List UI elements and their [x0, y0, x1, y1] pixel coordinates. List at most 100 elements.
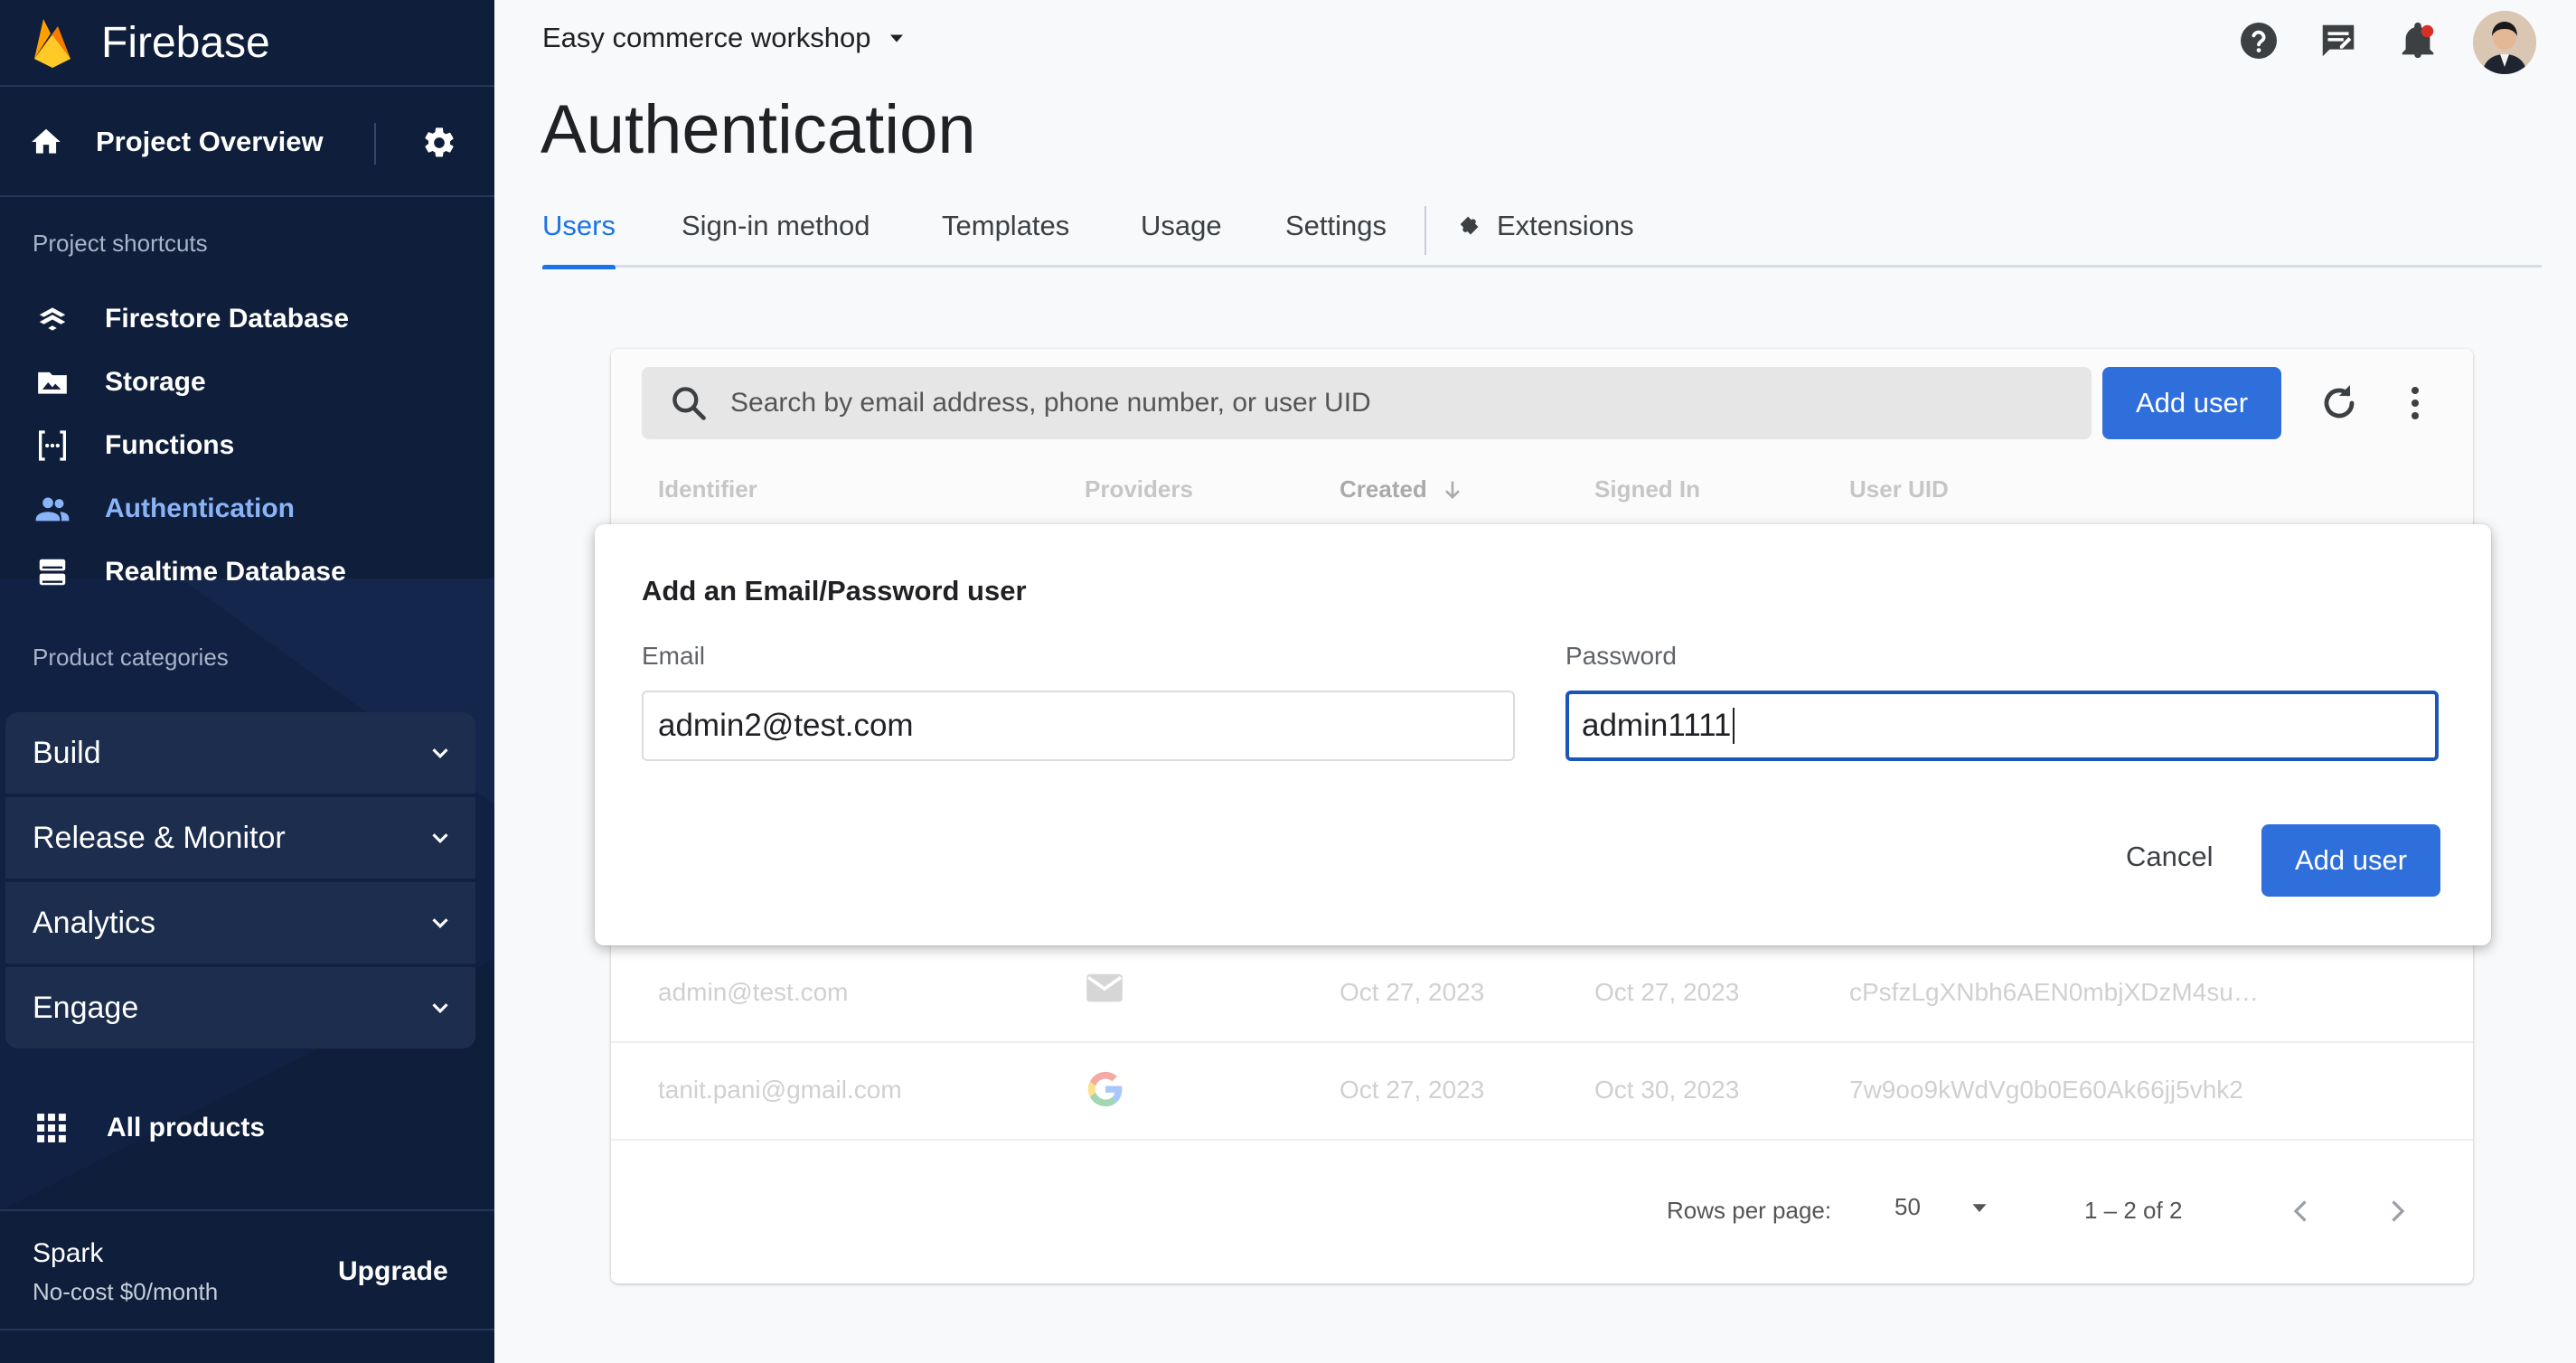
- tab-extensions[interactable]: Extensions: [1455, 210, 1634, 264]
- firestore-icon: [34, 301, 71, 337]
- notifications-icon[interactable]: [2395, 18, 2440, 63]
- realtime-database-icon: [34, 554, 71, 590]
- rows-per-page-value: 50: [1894, 1193, 1921, 1220]
- dialog-title: Add an Email/Password user: [642, 575, 1027, 606]
- tab-extensions-label: Extensions: [1497, 210, 1634, 241]
- sidebar-item-label: Authentication: [105, 494, 295, 523]
- search-icon: [672, 387, 706, 420]
- brand-name: Firebase: [101, 18, 270, 67]
- search-input[interactable]: Search by email address, phone number, o…: [642, 367, 2092, 439]
- storage-icon: [34, 364, 71, 400]
- product-categories-label: Product categories: [33, 644, 229, 671]
- billing-plan: Spark No-cost $0/month Upgrade: [0, 1209, 494, 1330]
- chevron-left-icon[interactable]: [2285, 1195, 2317, 1227]
- home-icon: [32, 128, 61, 154]
- sidebar-item-storage[interactable]: Storage: [0, 354, 494, 410]
- chevron-down-icon: [432, 1003, 448, 1013]
- gear-icon[interactable]: [421, 125, 457, 161]
- tab-settings[interactable]: Settings: [1285, 210, 1387, 264]
- row-created: Oct 27, 2023: [1340, 1076, 1485, 1104]
- rows-per-page-select[interactable]: 50: [1894, 1193, 1993, 1221]
- project-shortcuts-label: Project shortcuts: [33, 230, 208, 257]
- column-header-signed-in[interactable]: Signed In: [1594, 475, 1700, 503]
- sidebar-item-label: Storage: [105, 367, 206, 397]
- sidebar-item-functions[interactable]: Functions: [0, 418, 494, 474]
- help-icon[interactable]: [2236, 18, 2281, 63]
- tab-usage[interactable]: Usage: [1141, 210, 1222, 264]
- submit-add-user-button[interactable]: Add user: [2261, 824, 2440, 897]
- category-build[interactable]: Build: [5, 712, 475, 794]
- refresh-icon[interactable]: [2317, 381, 2361, 425]
- project-overview-item[interactable]: Project Overview: [0, 89, 494, 197]
- rows-per-page-label: Rows per page:: [1667, 1197, 1832, 1224]
- sidebar-item-authentication[interactable]: Authentication: [0, 481, 494, 537]
- category-engage[interactable]: Engage: [5, 967, 475, 1048]
- category-label: Build: [33, 735, 101, 770]
- column-header-identifier[interactable]: Identifier: [658, 475, 757, 503]
- email-value: admin2@test.com: [658, 708, 914, 743]
- sidebar-item-firestore[interactable]: Firestore Database: [0, 291, 494, 347]
- caret-down-icon: [889, 34, 903, 42]
- tab-templates[interactable]: Templates: [942, 210, 1069, 264]
- release-notes-icon[interactable]: [2316, 18, 2361, 63]
- add-user-button[interactable]: Add user: [2102, 367, 2281, 439]
- column-header-created-label: Created: [1340, 475, 1427, 503]
- project-overview-label: Project Overview: [96, 126, 324, 157]
- sidebar-item-label: Functions: [105, 430, 235, 460]
- more-vert-icon[interactable]: [2393, 381, 2437, 425]
- caret-down-icon: [1972, 1203, 1987, 1212]
- table-row[interactable]: admin@test.com Oct 27, 2023 Oct 27, 2023…: [611, 945, 2473, 1043]
- tab-sign-in-method[interactable]: Sign-in method: [682, 210, 870, 264]
- add-user-dialog: Add an Email/Password user Email admin2@…: [595, 524, 2491, 945]
- upgrade-button[interactable]: Upgrade: [338, 1256, 448, 1287]
- category-label: Release & Monitor: [33, 820, 286, 855]
- email-field[interactable]: admin2@test.com: [642, 691, 1515, 761]
- chevron-right-icon[interactable]: [2381, 1195, 2413, 1227]
- overview-divider: [374, 123, 376, 164]
- email-icon: [1086, 973, 1123, 1002]
- column-header-user-uid[interactable]: User UID: [1849, 475, 1949, 503]
- google-icon: [1087, 1071, 1123, 1107]
- sidebar: Firebase Project Overview Project shortc…: [0, 0, 494, 1363]
- extensions-icon: [1460, 216, 1479, 235]
- chevron-down-icon: [432, 833, 448, 843]
- chevron-down-icon: [432, 918, 448, 928]
- row-identifier: tanit.pani@gmail.com: [658, 1076, 902, 1104]
- all-products-item[interactable]: All products: [0, 1099, 494, 1157]
- cancel-button[interactable]: Cancel: [2126, 841, 2214, 873]
- row-signed-in: Oct 27, 2023: [1594, 978, 1740, 1006]
- row-identifier: admin@test.com: [658, 978, 849, 1006]
- page-title: Authentication: [541, 91, 976, 168]
- search-placeholder: Search by email address, phone number, o…: [730, 388, 1371, 418]
- project-name: Easy commerce workshop: [542, 22, 871, 53]
- password-field[interactable]: admin1111: [1565, 691, 2439, 761]
- pagination-range: 1 – 2 of 2: [2084, 1197, 2183, 1224]
- all-products-label: All products: [107, 1113, 266, 1142]
- arrow-down-icon: [1444, 481, 1460, 499]
- authentication-icon: [34, 491, 71, 527]
- tab-bar: Users Sign-in method Templates Usage Set…: [542, 206, 2542, 269]
- grid-icon: [37, 1114, 66, 1142]
- tab-divider: [1424, 206, 1426, 255]
- plan-name: Spark: [33, 1238, 104, 1268]
- text-cursor: [1733, 708, 1735, 744]
- row-signed-in: Oct 30, 2023: [1594, 1076, 1740, 1104]
- functions-icon: [34, 428, 71, 464]
- column-header-created[interactable]: Created: [1340, 475, 1465, 503]
- sidebar-item-realtime-database[interactable]: Realtime Database: [0, 544, 494, 600]
- row-user-uid: cPsfzLgXNbh6AEN0mbjXDzM4su…: [1849, 978, 2259, 1006]
- password-label: Password: [1565, 642, 1677, 670]
- sidebar-item-label: Realtime Database: [105, 557, 346, 587]
- column-header-providers[interactable]: Providers: [1085, 475, 1193, 503]
- avatar[interactable]: [2473, 11, 2536, 74]
- email-label: Email: [642, 642, 706, 670]
- firebase-flame-icon: [34, 19, 71, 68]
- firebase-logo[interactable]: Firebase: [0, 0, 494, 87]
- project-selector[interactable]: Easy commerce workshop: [542, 22, 909, 54]
- tab-users[interactable]: Users: [542, 210, 616, 269]
- chevron-down-icon: [432, 748, 448, 758]
- password-value: admin1111: [1582, 708, 1732, 743]
- category-release-monitor[interactable]: Release & Monitor: [5, 797, 475, 879]
- category-analytics[interactable]: Analytics: [5, 882, 475, 964]
- table-row[interactable]: tanit.pani@gmail.com Oct 27, 2023 Oct 30…: [611, 1043, 2473, 1141]
